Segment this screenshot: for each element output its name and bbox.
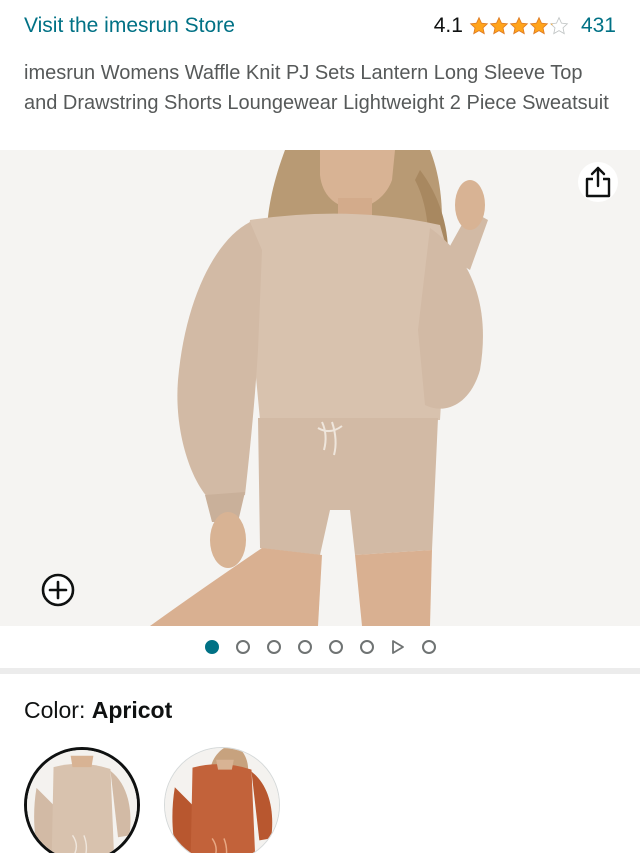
- gallery-dot-2[interactable]: [235, 640, 250, 654]
- zoom-plus-icon: [41, 573, 75, 607]
- swatch-caramel-image: [165, 748, 279, 853]
- star-empty-icon: [549, 16, 569, 35]
- swatch-apricot-image: [27, 750, 137, 853]
- rating-value: 4.1: [433, 14, 463, 37]
- product-title: imesrun Womens Waffle Knit PJ Sets Lante…: [24, 62, 609, 114]
- color-selection-label: Color: Apricot: [24, 697, 172, 724]
- gallery-dot-1[interactable]: [204, 640, 219, 654]
- rating-summary[interactable]: 4.1 431: [434, 14, 616, 38]
- star-icon: [489, 16, 509, 35]
- section-divider: [0, 668, 640, 674]
- share-button[interactable]: [578, 162, 618, 202]
- swatch-apricot[interactable]: [24, 747, 140, 853]
- visit-store-link[interactable]: Visit the imesrun Store: [24, 14, 235, 38]
- product-image-gallery[interactable]: [0, 150, 640, 626]
- star-icon: [469, 16, 489, 35]
- star-icon: [529, 16, 549, 35]
- gallery-dot-3[interactable]: [266, 640, 281, 654]
- product-image: [0, 150, 640, 626]
- gallery-dot-5[interactable]: [328, 640, 343, 654]
- star-icon: [509, 16, 529, 35]
- color-value: Apricot: [91, 697, 173, 723]
- gallery-dot-4[interactable]: [297, 640, 312, 654]
- video-play-icon[interactable]: [391, 640, 405, 654]
- color-swatches: [24, 747, 624, 853]
- gallery-pagination[interactable]: [0, 626, 640, 668]
- color-label: Color:: [24, 697, 92, 723]
- gallery-dot-8[interactable]: [421, 640, 436, 654]
- swatch-caramel[interactable]: [164, 747, 280, 853]
- share-icon: [585, 166, 611, 198]
- store-rating-row: Visit the imesrun Store 4.1 431: [0, 0, 640, 54]
- gallery-dot-6[interactable]: [359, 640, 374, 654]
- star-rating: [469, 16, 569, 36]
- rating-count[interactable]: 431: [581, 14, 616, 38]
- zoom-button[interactable]: [40, 572, 76, 608]
